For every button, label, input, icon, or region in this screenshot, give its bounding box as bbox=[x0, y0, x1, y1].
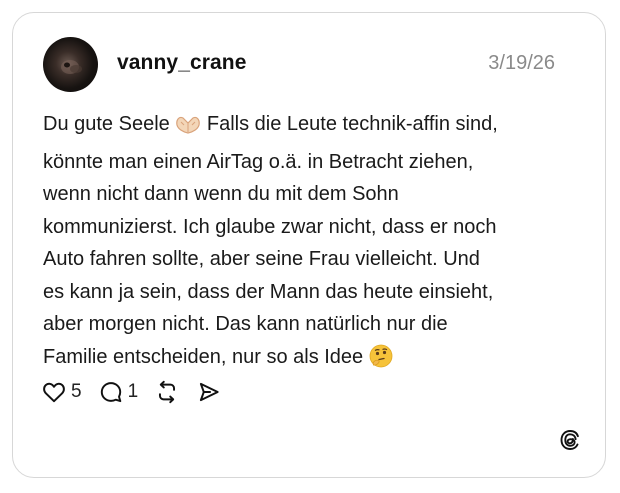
post-text-line: Falls die Leute technik-affin sind, bbox=[206, 113, 498, 135]
heart-icon bbox=[43, 382, 65, 403]
repost-icon bbox=[159, 380, 176, 404]
thinking-face-emoji bbox=[369, 344, 393, 379]
repost-button[interactable] bbox=[154, 379, 180, 405]
post-text-line: Auto fahren sollte, aber seine Frau viel… bbox=[43, 248, 480, 270]
post-actions: 5 1 bbox=[41, 377, 238, 407]
post-text-line: könnte man einen AirTag o.ä. in Betracht… bbox=[43, 150, 474, 173]
post-date: 3/19/26 bbox=[488, 52, 555, 74]
reply-button[interactable]: 1 bbox=[98, 379, 139, 405]
post-text-line: kommunizierst. Ich glaube zwar nicht, da… bbox=[43, 215, 497, 238]
comment-icon bbox=[100, 382, 121, 403]
post-text-line: Du gute Seele bbox=[43, 113, 170, 135]
avatar[interactable] bbox=[43, 37, 98, 92]
share-button[interactable] bbox=[196, 379, 222, 405]
share-icon bbox=[200, 382, 219, 402]
like-button[interactable]: 5 bbox=[41, 379, 82, 405]
like-count: 5 bbox=[71, 381, 82, 402]
post-card: vanny_crane 3/19/26 Du gute Seele Falls … bbox=[12, 12, 606, 478]
heart-hands-emoji bbox=[175, 113, 201, 146]
post-text-line: aber morgen nicht. Das kann natürlich nu… bbox=[43, 313, 448, 335]
reply-count: 1 bbox=[127, 381, 139, 402]
avatar-image bbox=[61, 60, 82, 74]
threads-logo-icon[interactable] bbox=[558, 428, 582, 452]
post-body: Du gute Seele Falls die Leute technik-af… bbox=[43, 108, 583, 378]
post-text-line: es kann ja sein, dass der Mann das heute… bbox=[43, 280, 494, 303]
post-text-line: Familie entscheiden, nur so als Idee bbox=[43, 345, 364, 368]
username[interactable]: vanny_crane bbox=[117, 51, 247, 75]
post-text-line: wenn nicht dann wenn du mit dem Sohn bbox=[43, 183, 399, 205]
